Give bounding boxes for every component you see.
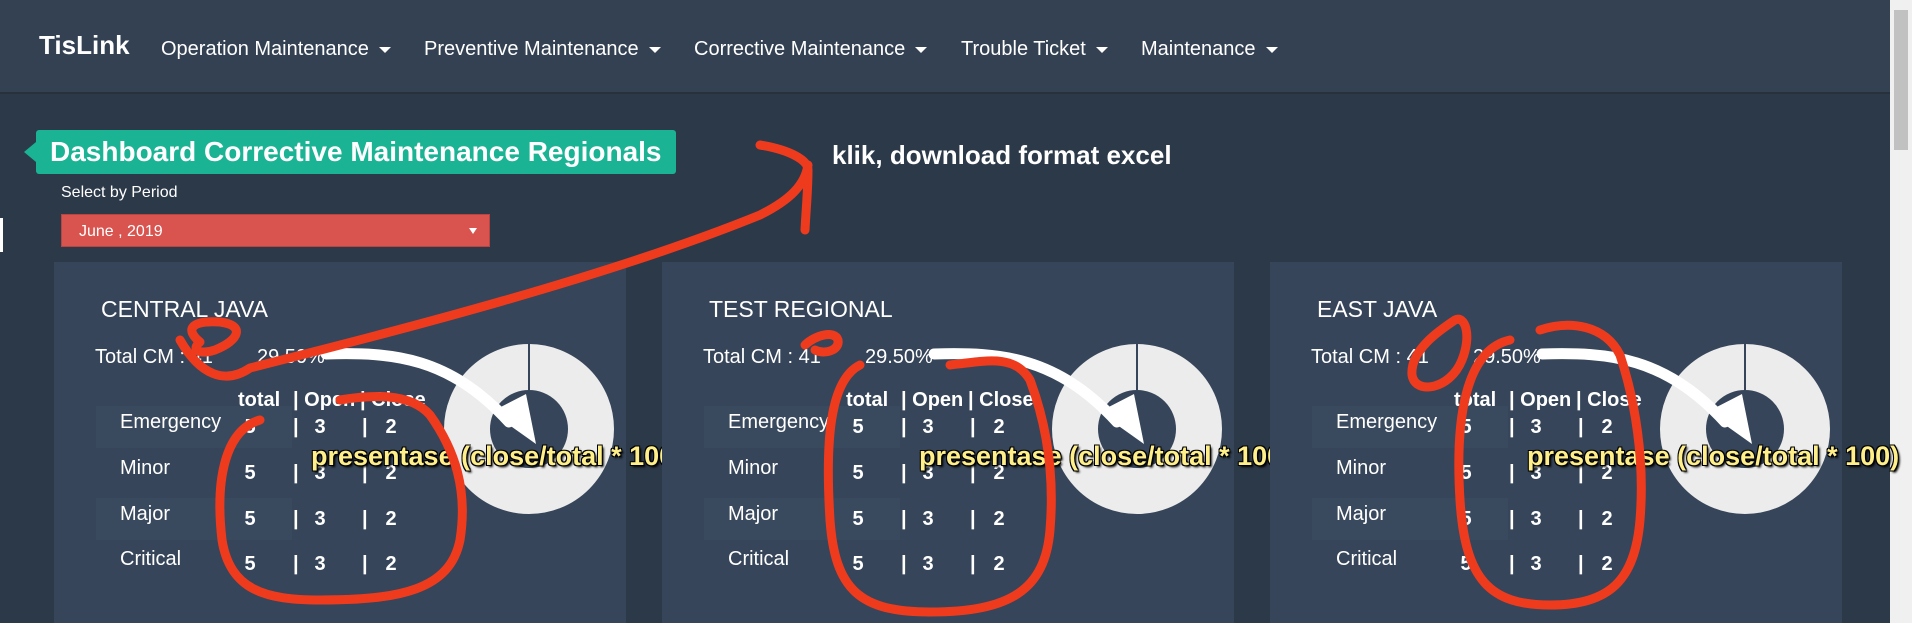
- caret-down-icon: [469, 228, 477, 234]
- annotation-formula-note: presentase (close/total * 100): [1527, 441, 1900, 471]
- nav-label: Trouble Ticket: [961, 38, 1086, 60]
- white-arrowhead-icon: [491, 394, 536, 444]
- annotation-download-note: klik, download format excel: [832, 140, 1172, 170]
- white-arrowhead-icon: [1707, 394, 1752, 444]
- scrollbar-thumb[interactable]: [1894, 10, 1908, 150]
- annotation-arrowhead-stroke: [755, 140, 813, 235]
- nav-label: Maintenance: [1141, 38, 1256, 60]
- nav-trouble-ticket[interactable]: Trouble Ticket: [961, 38, 1108, 61]
- top-navbar: TisLink Operation Maintenance Preventive…: [0, 0, 1912, 94]
- white-arrow-shaft: [928, 348, 1123, 428]
- annotation-formula-note: presentase (close/total * 100): [919, 441, 1292, 471]
- caret-down-icon: [915, 46, 928, 53]
- region-card: TEST REGIONAL Total CM : 41 29.50% total | O…: [662, 262, 1291, 623]
- white-arrow-shaft: [320, 348, 515, 428]
- period-select[interactable]: June , 2019: [61, 214, 490, 247]
- white-arrowhead-icon: [1099, 394, 1144, 444]
- annotation-formula-note: presentase (close/total * 100): [311, 441, 684, 471]
- caret-down-icon: [648, 46, 661, 53]
- vertical-scrollbar[interactable]: [1890, 0, 1912, 623]
- region-card: CENTRAL JAVA Total CM : 41 29.50% total | Op…: [54, 262, 683, 623]
- nav-label: Preventive Maintenance: [424, 38, 639, 60]
- nav-operation-maintenance[interactable]: Operation Maintenance: [161, 38, 391, 61]
- nav-maintenance[interactable]: Maintenance: [1141, 38, 1278, 61]
- period-label: Select by Period: [61, 184, 178, 201]
- sidebar-toggle-marker[interactable]: [0, 218, 3, 252]
- page-title: Dashboard Corrective Maintenance Regiona…: [36, 130, 676, 174]
- nav-label: Operation Maintenance: [161, 38, 369, 60]
- title-arrow-icon: [24, 142, 36, 162]
- nav-preventive-maintenance[interactable]: Preventive Maintenance: [424, 38, 661, 61]
- caret-down-icon: [1265, 46, 1278, 53]
- period-select-value: June , 2019: [79, 223, 163, 240]
- white-arrow-shaft: [1536, 348, 1731, 428]
- region-card: EAST JAVA Total CM : 41 29.50% total | Open |…: [1270, 262, 1899, 623]
- nav-corrective-maintenance[interactable]: Corrective Maintenance: [694, 38, 928, 61]
- caret-down-icon: [378, 46, 391, 53]
- caret-down-icon: [1095, 46, 1108, 53]
- brand-logo[interactable]: TisLink: [39, 30, 130, 61]
- nav-label: Corrective Maintenance: [694, 38, 906, 60]
